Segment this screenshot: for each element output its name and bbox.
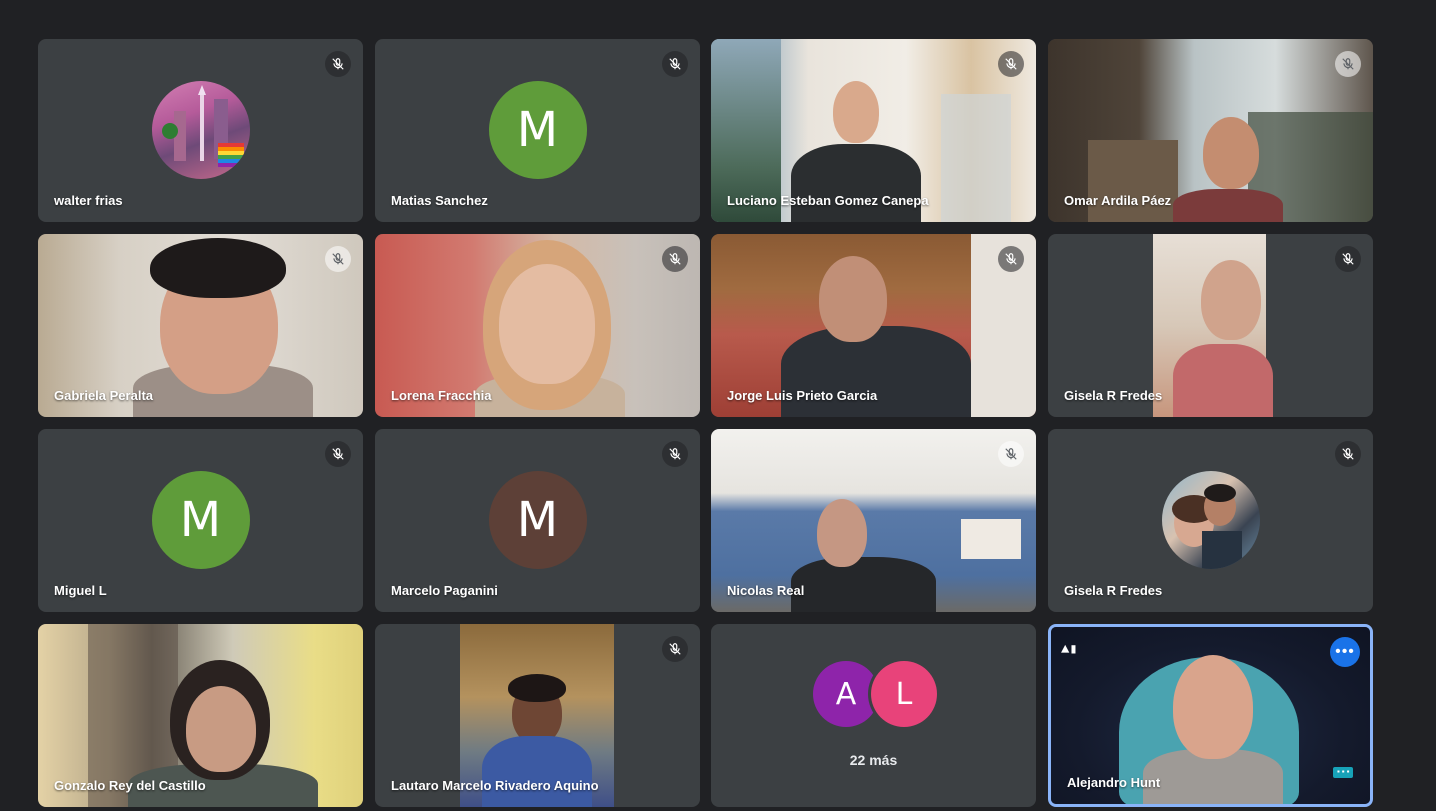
participant-tile[interactable]: M Marcelo Paganini bbox=[375, 429, 700, 612]
mic-off-icon bbox=[1335, 246, 1361, 272]
participant-tile[interactable]: Jorge Luis Prieto Garcia bbox=[711, 234, 1036, 417]
participant-name: Gisela R Fredes bbox=[1064, 583, 1163, 598]
participant-tile[interactable]: Luciano Esteban Gomez Canepa bbox=[711, 39, 1036, 222]
participant-name: Gisela R Fredes bbox=[1064, 388, 1163, 403]
more-options-icon[interactable]: ••• bbox=[1330, 637, 1360, 667]
mic-off-icon bbox=[325, 246, 351, 272]
more-participants-tile[interactable]: A L 22 más bbox=[711, 624, 1036, 807]
mic-off-icon bbox=[325, 441, 351, 467]
participant-name: Lorena Fracchia bbox=[391, 388, 492, 403]
participant-video bbox=[1153, 234, 1273, 417]
overflow-avatar: A bbox=[813, 661, 879, 727]
mic-off-icon bbox=[662, 636, 688, 662]
overflow-avatar: L bbox=[871, 661, 937, 727]
participant-tile[interactable]: walter frias bbox=[38, 39, 363, 222]
participant-name: Nicolas Real bbox=[727, 583, 805, 598]
participant-tile-active-speaker[interactable]: ▲▮ ▪▪▪ ••• Alejandro Hunt bbox=[1048, 624, 1373, 807]
participant-name: Omar Ardila Páez bbox=[1064, 193, 1172, 208]
participant-name: Miguel L bbox=[54, 583, 107, 598]
mic-off-icon bbox=[998, 246, 1024, 272]
participant-name: Gabriela Peralta bbox=[54, 388, 153, 403]
participant-avatar bbox=[151, 80, 250, 179]
mic-off-icon bbox=[662, 246, 688, 272]
participant-avatar: M bbox=[151, 470, 250, 569]
participant-name: Marcelo Paganini bbox=[391, 583, 498, 598]
participant-tile[interactable]: Lorena Fracchia bbox=[375, 234, 700, 417]
participant-tile[interactable]: Gisela R Fredes bbox=[1048, 429, 1373, 612]
participant-grid: walter frias M Matias Sanchez Luciano Es… bbox=[0, 0, 1436, 811]
participant-name: Gonzalo Rey del Castillo bbox=[54, 778, 206, 793]
participant-tile[interactable]: Lautaro Marcelo Rivadero Aquino bbox=[375, 624, 700, 807]
mic-off-icon bbox=[325, 51, 351, 77]
mic-off-icon bbox=[998, 51, 1024, 77]
mic-off-icon bbox=[998, 441, 1024, 467]
participant-avatar: M bbox=[488, 470, 587, 569]
stream-logo: ▲▮ bbox=[1061, 642, 1078, 658]
overlay-badge: ▪▪▪ bbox=[1333, 767, 1354, 778]
participant-avatar bbox=[1161, 470, 1260, 569]
participant-tile[interactable]: M Matias Sanchez bbox=[375, 39, 700, 222]
participant-tile[interactable]: Nicolas Real bbox=[711, 429, 1036, 612]
participant-name: Luciano Esteban Gomez Canepa bbox=[727, 193, 929, 208]
participant-tile[interactable]: Gabriela Peralta bbox=[38, 234, 363, 417]
participant-tile[interactable]: Omar Ardila Páez bbox=[1048, 39, 1373, 222]
more-participants-count: 22 más bbox=[849, 752, 898, 768]
participant-name: Alejandro Hunt bbox=[1067, 775, 1161, 790]
participant-tile[interactable]: M Miguel L bbox=[38, 429, 363, 612]
mic-off-icon bbox=[662, 51, 688, 77]
participant-name: Matias Sanchez bbox=[391, 193, 488, 208]
mic-off-icon bbox=[1335, 441, 1361, 467]
participant-name: walter frias bbox=[54, 193, 123, 208]
mic-off-icon bbox=[662, 441, 688, 467]
mic-off-icon bbox=[1335, 51, 1361, 77]
participant-name: Jorge Luis Prieto Garcia bbox=[727, 388, 878, 403]
participant-tile[interactable]: Gisela R Fredes bbox=[1048, 234, 1373, 417]
participant-tile[interactable]: Gonzalo Rey del Castillo bbox=[38, 624, 363, 807]
overflow-avatars: A L bbox=[813, 661, 938, 727]
participant-name: Lautaro Marcelo Rivadero Aquino bbox=[391, 778, 599, 793]
participant-avatar: M bbox=[488, 80, 587, 179]
